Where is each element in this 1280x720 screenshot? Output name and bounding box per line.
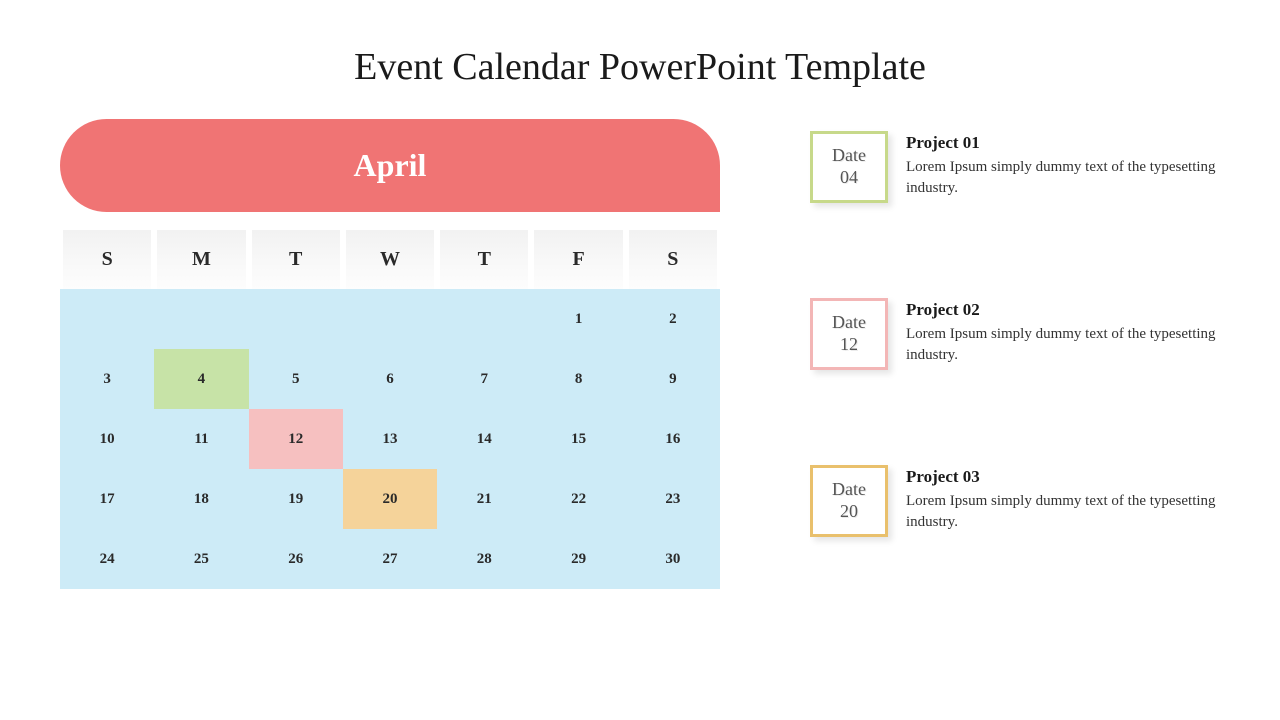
event-date-box: Date04	[810, 131, 888, 203]
event-title: Project 02	[906, 300, 1220, 320]
day-header: W	[346, 230, 434, 289]
event-date-number: 12	[840, 334, 858, 356]
calendar-cell: 26	[249, 529, 343, 589]
day-header-row: SMTWTFS	[60, 230, 720, 289]
calendar-cell: 25	[154, 529, 248, 589]
event-date-box: Date20	[810, 465, 888, 537]
calendar-cell: 20	[343, 469, 437, 529]
day-header: S	[63, 230, 151, 289]
event-date-label: Date	[832, 312, 866, 334]
calendar: April SMTWTFS 12345678910111213141516171…	[60, 119, 720, 589]
event-title: Project 01	[906, 133, 1220, 153]
day-header: S	[629, 230, 717, 289]
calendar-cell: 13	[343, 409, 437, 469]
calendar-cell: 6	[343, 349, 437, 409]
calendar-cell-empty	[343, 289, 437, 349]
event-text: Project 01 Lorem Ipsum simply dummy text …	[906, 131, 1220, 199]
calendar-grid: 1234567891011121314151617181920212223242…	[60, 289, 720, 589]
event-item: Date12 Project 02 Lorem Ipsum simply dummy…	[810, 298, 1220, 370]
event-date-box: Date12	[810, 298, 888, 370]
event-title: Project 03	[906, 467, 1220, 487]
day-header: T	[252, 230, 340, 289]
calendar-cell: 4	[154, 349, 248, 409]
event-date-label: Date	[832, 479, 866, 501]
calendar-cell-empty	[60, 289, 154, 349]
event-item: Date04 Project 01 Lorem Ipsum simply dummy…	[810, 131, 1220, 203]
calendar-cell: 10	[60, 409, 154, 469]
calendar-cell: 15	[531, 409, 625, 469]
event-description: Lorem Ipsum simply dummy text of the typ…	[906, 157, 1220, 199]
calendar-cell: 19	[249, 469, 343, 529]
event-description: Lorem Ipsum simply dummy text of the typ…	[906, 324, 1220, 366]
calendar-cell: 24	[60, 529, 154, 589]
calendar-cell: 22	[531, 469, 625, 529]
calendar-cell-empty	[154, 289, 248, 349]
calendar-cell: 14	[437, 409, 531, 469]
event-item: Date20 Project 03 Lorem Ipsum simply dummy…	[810, 465, 1220, 537]
calendar-cell: 30	[626, 529, 720, 589]
event-text: Project 02 Lorem Ipsum simply dummy text …	[906, 298, 1220, 366]
calendar-cell: 16	[626, 409, 720, 469]
calendar-cell: 23	[626, 469, 720, 529]
calendar-cell: 11	[154, 409, 248, 469]
event-date-number: 20	[840, 501, 858, 523]
calendar-cell: 8	[531, 349, 625, 409]
calendar-cell: 5	[249, 349, 343, 409]
calendar-cell: 12	[249, 409, 343, 469]
calendar-cell: 28	[437, 529, 531, 589]
calendar-cell: 27	[343, 529, 437, 589]
calendar-cell: 18	[154, 469, 248, 529]
day-header: M	[157, 230, 245, 289]
calendar-cell: 1	[531, 289, 625, 349]
calendar-cell-empty	[249, 289, 343, 349]
event-date-number: 04	[840, 167, 858, 189]
day-header: T	[440, 230, 528, 289]
calendar-cell: 21	[437, 469, 531, 529]
content-area: April SMTWTFS 12345678910111213141516171…	[0, 89, 1280, 589]
day-header: F	[534, 230, 622, 289]
calendar-cell: 29	[531, 529, 625, 589]
page-title: Event Calendar PowerPoint Template	[0, 0, 1280, 89]
month-header: April	[60, 119, 720, 212]
calendar-cell: 7	[437, 349, 531, 409]
event-description: Lorem Ipsum simply dummy text of the typ…	[906, 491, 1220, 533]
calendar-cell: 3	[60, 349, 154, 409]
calendar-cell: 9	[626, 349, 720, 409]
calendar-cell: 2	[626, 289, 720, 349]
event-text: Project 03 Lorem Ipsum simply dummy text …	[906, 465, 1220, 533]
calendar-cell: 17	[60, 469, 154, 529]
events-panel: Date04Project 01Lorem Ipsum simply dummy…	[720, 119, 1220, 589]
event-date-label: Date	[832, 145, 866, 167]
calendar-cell-empty	[437, 289, 531, 349]
